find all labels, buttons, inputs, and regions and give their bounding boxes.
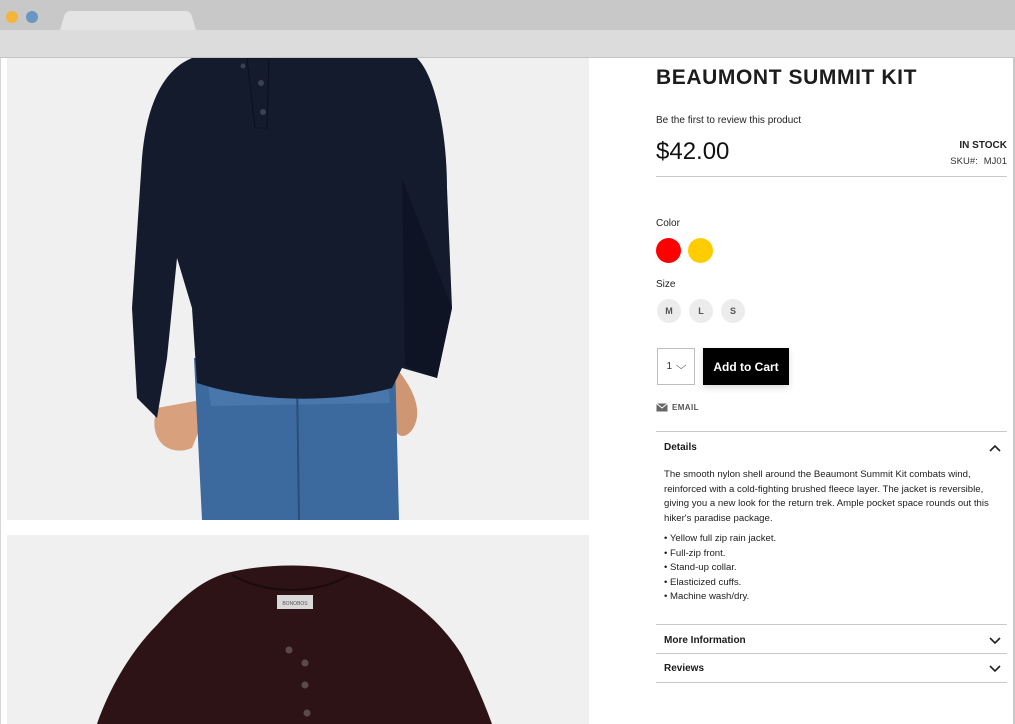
feature-item: Elasticized cuffs.: [664, 576, 1000, 591]
sku-value: MJ01: [983, 156, 1007, 167]
details-description: The smooth nylon shell around the Beaumo…: [664, 469, 989, 524]
size-option-l[interactable]: L: [689, 299, 713, 323]
size-option-m[interactable]: M: [657, 299, 681, 323]
navy-henley-model-photo: [132, 58, 452, 520]
burgundy-button-1: [285, 646, 293, 654]
burgundy-button-2: [301, 659, 309, 667]
button-3: [260, 109, 266, 115]
brand-tag-text: BONOBOS: [282, 601, 308, 607]
reviews-tab-title[interactable]: Reviews: [664, 663, 704, 674]
chevron-down-icon[interactable]: [989, 665, 1001, 673]
button-2: [258, 80, 264, 86]
feature-list: Yellow full zip rain jacket. Full-zip fr…: [664, 532, 1000, 605]
feature-item: Machine wash/dry.: [664, 590, 1000, 605]
divider: [656, 624, 1007, 625]
feature-item: Full-zip front.: [664, 547, 1000, 562]
feature-item: Yellow full zip rain jacket.: [664, 532, 1000, 547]
window-minimize-button[interactable]: [26, 11, 38, 23]
burgundy-button-3: [301, 681, 309, 689]
window-border-left: [0, 58, 1, 724]
divider: [656, 176, 1007, 177]
chevron-down-icon: ⌵: [675, 360, 687, 372]
color-swatch-yellow[interactable]: [688, 238, 713, 263]
sku-label: SKU#:: [950, 156, 978, 167]
browser-tab[interactable]: [60, 11, 196, 30]
details-tab-title[interactable]: Details: [664, 442, 697, 453]
product-title: BEAUMONT SUMMIT KIT: [656, 66, 918, 89]
email-label: EMAIL: [672, 403, 699, 412]
email-link[interactable]: EMAIL: [656, 403, 699, 412]
window-close-button[interactable]: [6, 11, 18, 23]
divider: [656, 682, 1007, 683]
color-label: Color: [656, 218, 680, 229]
chevron-up-icon[interactable]: [989, 444, 1001, 452]
quantity-select[interactable]: 1 ⌵: [657, 348, 695, 385]
feature-item: Stand-up collar.: [664, 561, 1000, 576]
divider: [656, 431, 1007, 432]
product-image-secondary[interactable]: BONOBOS: [7, 535, 589, 724]
stock-status: IN STOCK: [959, 140, 1007, 151]
divider: [656, 653, 1007, 654]
sku: SKU#: MJ01: [950, 156, 1007, 167]
size-label: Size: [656, 279, 676, 290]
quantity-value: 1: [666, 361, 673, 372]
burgundy-henley-flat-photo: BONOBOS: [97, 565, 492, 724]
chevron-down-icon[interactable]: [989, 637, 1001, 645]
more-information-tab-title[interactable]: More Information: [664, 635, 746, 646]
burgundy-button-4: [303, 709, 311, 717]
review-link[interactable]: Be the first to review this product: [656, 115, 801, 126]
color-swatch-red[interactable]: [656, 238, 681, 263]
product-image-main[interactable]: [7, 58, 589, 520]
button-1: [240, 63, 246, 69]
envelope-icon: [656, 403, 668, 412]
add-to-cart-button[interactable]: Add to Cart: [703, 348, 789, 385]
browser-toolbar: [0, 0, 1015, 58]
product-price: $42.00: [656, 138, 730, 165]
size-option-s[interactable]: S: [721, 299, 745, 323]
